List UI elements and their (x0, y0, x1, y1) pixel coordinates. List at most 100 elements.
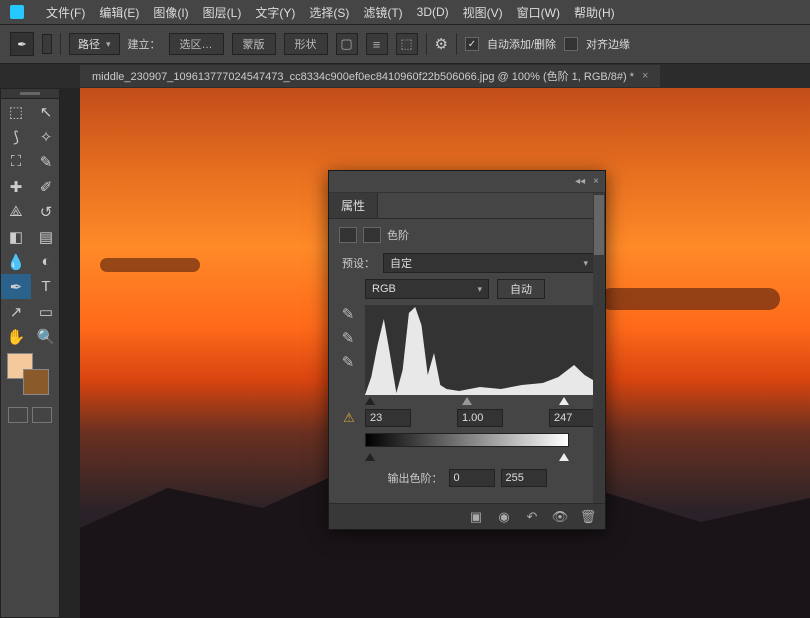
shape-button[interactable]: 形状 (284, 33, 328, 55)
zoom-tool[interactable]: 🔍 (31, 324, 61, 349)
eyedropper-tool[interactable]: ✎ (31, 149, 61, 174)
warning-icon: ⚠ (339, 410, 359, 426)
properties-tab[interactable]: 属性 (329, 193, 378, 218)
stamp-tool[interactable]: ⟁ (1, 199, 31, 224)
wand-tool[interactable]: ✧ (31, 124, 61, 149)
brush-tool[interactable]: ✐ (31, 174, 61, 199)
path-mode-select[interactable]: 路径 ▾ (69, 33, 120, 55)
visibility-icon[interactable]: 👁 (551, 508, 569, 526)
selection-tool[interactable]: ↖ (31, 99, 61, 124)
blur-tool[interactable]: 💧 (1, 249, 31, 274)
menu-filter[interactable]: 滤镜(T) (363, 4, 402, 21)
auto-add-checkbox[interactable]: ✓ (465, 37, 479, 51)
collapse-icon[interactable]: ◂◂ (575, 176, 585, 187)
black-input-slider[interactable] (365, 397, 375, 405)
gamma-slider[interactable] (462, 397, 472, 405)
channel-select[interactable]: RGB ▾ (365, 279, 489, 299)
white-output-slider[interactable] (559, 453, 569, 461)
color-swatches (1, 349, 59, 403)
panel-footer: ▣ ◉ ↶ 👁 🗑 (329, 503, 605, 529)
dodge-tool[interactable]: ◐ (31, 249, 61, 274)
divider (426, 33, 427, 55)
histogram[interactable] (365, 305, 595, 395)
chevron-down-icon: ▾ (477, 284, 482, 295)
pen-tool[interactable]: ✒ (1, 274, 31, 299)
create-label: 建立： (128, 36, 161, 52)
edit-standard-mode[interactable] (8, 407, 28, 423)
chevron-down-icon: ▾ (583, 258, 588, 269)
adjustment-name: 色阶 (387, 227, 409, 243)
align-icon[interactable]: ≡ (366, 33, 388, 55)
text-tool[interactable]: T (31, 274, 61, 299)
menu-layer[interactable]: 图层(L) (203, 4, 242, 21)
eraser-tool[interactable]: ◧ (1, 224, 31, 249)
path-op-icon[interactable]: ▢ (336, 33, 358, 55)
gear-icon[interactable]: ⚙ (435, 35, 448, 53)
view-previous-icon[interactable]: ◉ (495, 508, 513, 526)
preset-label: 预设： (339, 255, 375, 271)
input-black-field[interactable]: 23 (365, 409, 411, 427)
output-label: 输出色阶： (388, 470, 443, 486)
divider (456, 33, 457, 55)
reset-icon[interactable]: ↶ (523, 508, 541, 526)
black-point-eyedropper[interactable]: ✎ (339, 305, 357, 323)
toolbox-grip[interactable] (1, 89, 59, 99)
menu-select[interactable]: 选择(S) (309, 4, 349, 21)
mask-button[interactable]: 蒙版 (232, 33, 276, 55)
output-low-field[interactable]: 0 (449, 469, 495, 487)
crop-tool[interactable]: ⛶ (1, 149, 31, 174)
divider (60, 33, 61, 55)
toolbox: ⬚ ↖ ⟆ ✧ ⛶ ✎ ✚ ✐ ⟁ ↺ ◧ ▤ 💧 ◐ ✒ T ↗ ▭ ✋ 🔍 (0, 88, 60, 618)
options-bar: ✒ 路径 ▾ 建立： 选区… 蒙版 形状 ▢ ≡ ⬚ ⚙ ✓ 自动添加/删除 对… (0, 24, 810, 64)
mask-icon[interactable] (363, 227, 381, 243)
close-icon[interactable]: × (593, 176, 599, 187)
hand-tool[interactable]: ✋ (1, 324, 31, 349)
menu-help[interactable]: 帮助(H) (574, 4, 615, 21)
menu-bar: 文件(F) 编辑(E) 图像(I) 图层(L) 文字(Y) 选择(S) 滤镜(T… (0, 0, 810, 24)
output-gradient[interactable] (365, 433, 569, 447)
menu-view[interactable]: 视图(V) (463, 4, 503, 21)
clip-to-layer-icon[interactable]: ▣ (467, 508, 485, 526)
tool-preset-icon[interactable]: ✒ (10, 32, 34, 56)
input-white-field[interactable]: 247 (549, 409, 595, 427)
white-point-eyedropper[interactable]: ✎ (339, 353, 357, 371)
scrollbar-thumb[interactable] (594, 195, 604, 255)
preset-value: 自定 (390, 255, 412, 271)
output-high-field[interactable]: 255 (501, 469, 547, 487)
edit-quickmask-mode[interactable] (32, 407, 52, 423)
arrange-icon[interactable]: ⬚ (396, 33, 418, 55)
trash-icon[interactable]: 🗑 (579, 508, 597, 526)
panel-header[interactable]: ◂◂ × (329, 171, 605, 193)
document-tab-bar: middle_230907_109613777024547473_cc8334c… (0, 64, 810, 88)
white-input-slider[interactable] (559, 397, 569, 405)
selection-button[interactable]: 选区… (169, 33, 224, 55)
heal-tool[interactable]: ✚ (1, 174, 31, 199)
document-tab[interactable]: middle_230907_109613777024547473_cc8334c… (80, 65, 660, 87)
menu-edit[interactable]: 编辑(E) (99, 4, 139, 21)
history-brush-tool[interactable]: ↺ (31, 199, 61, 224)
lasso-tool[interactable]: ⟆ (1, 124, 31, 149)
menu-window[interactable]: 窗口(W) (517, 4, 560, 21)
close-icon[interactable]: × (642, 70, 648, 82)
levels-icon (339, 227, 357, 243)
background-color[interactable] (23, 369, 49, 395)
menu-3d[interactable]: 3D(D) (417, 5, 449, 19)
auto-button[interactable]: 自动 (497, 279, 545, 299)
panel-scrollbar[interactable] (593, 193, 605, 503)
preset-select[interactable]: 自定 ▾ (383, 253, 595, 273)
menu-image[interactable]: 图像(I) (153, 4, 188, 21)
gray-point-eyedropper[interactable]: ✎ (339, 329, 357, 347)
menu-file[interactable]: 文件(F) (46, 4, 85, 21)
auto-add-label: 自动添加/删除 (487, 36, 556, 52)
tool-preset-dropdown[interactable] (42, 34, 52, 54)
align-edges-label: 对齐边缘 (586, 36, 630, 52)
menu-type[interactable]: 文字(Y) (255, 4, 295, 21)
path-select-tool[interactable]: ↗ (1, 299, 31, 324)
properties-panel: ◂◂ × 属性 色阶 预设： 自定 ▾ RGB ▾ 自动 (328, 170, 606, 530)
align-edges-checkbox[interactable] (564, 37, 578, 51)
move-tool[interactable]: ⬚ (1, 99, 31, 124)
input-gamma-field[interactable]: 1.00 (457, 409, 503, 427)
shape-tool[interactable]: ▭ (31, 299, 61, 324)
gradient-tool[interactable]: ▤ (31, 224, 61, 249)
black-output-slider[interactable] (365, 453, 375, 461)
